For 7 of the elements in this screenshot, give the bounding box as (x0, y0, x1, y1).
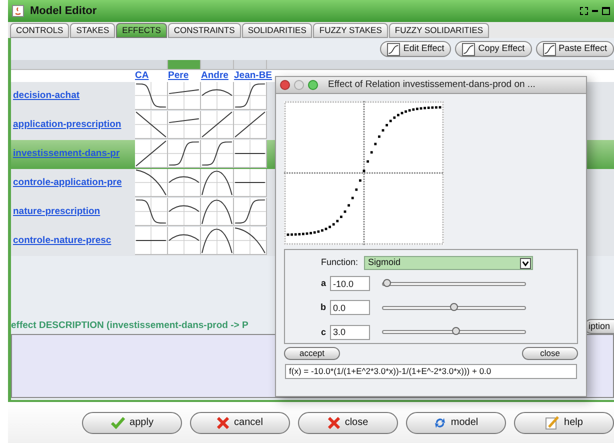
window-title: Model Editor (30, 4, 97, 19)
parameter-label: b (320, 301, 327, 314)
description-label: effect DESCRIPTION (investissement-dans-prod -> P (11, 318, 248, 333)
parameter-label: a (320, 276, 327, 290)
parameter-label: c (320, 326, 327, 339)
function-label: Function: (321, 256, 358, 270)
dialog-title: Effect of Relation investissement-dans-prod on ... (328, 78, 536, 92)
